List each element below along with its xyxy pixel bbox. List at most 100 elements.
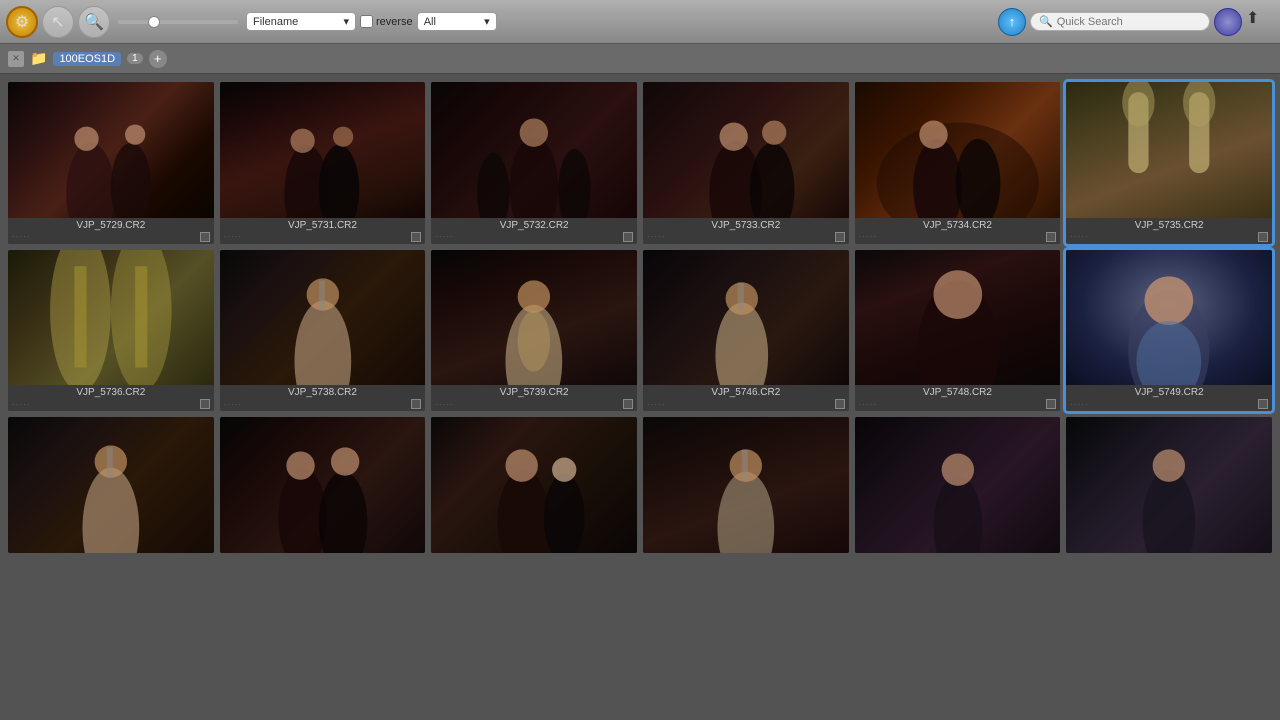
star-rating[interactable]: · <box>16 400 19 409</box>
share-button[interactable]: ⬆ <box>1246 8 1274 36</box>
photo-select-checkbox[interactable] <box>623 399 633 409</box>
star-rating[interactable]: · <box>1085 400 1088 409</box>
star-rating[interactable]: · <box>231 232 234 241</box>
search-tool-button[interactable]: 🔍 <box>78 6 110 38</box>
photo-select-checkbox[interactable] <box>1258 232 1268 242</box>
star-rating[interactable]: · <box>870 400 873 409</box>
star-rating[interactable]: · <box>227 232 230 241</box>
gear-button[interactable]: ⚙ <box>6 6 38 38</box>
quick-search-container[interactable]: 🔍 <box>1030 12 1210 31</box>
star-rating[interactable]: · <box>19 232 22 241</box>
photo-select-checkbox[interactable] <box>1046 232 1056 242</box>
photo-cell[interactable]: ↩VJP_5736.CR2····· <box>8 250 214 412</box>
cursor-tool-button[interactable]: ↖ <box>42 6 74 38</box>
sort-dropdown[interactable]: Filename ▾ <box>246 12 356 31</box>
close-folder-button[interactable]: ✕ <box>8 51 24 67</box>
filter-dropdown[interactable]: All ▾ <box>417 12 497 31</box>
photo-cell[interactable] <box>220 417 426 553</box>
zoom-slider-thumb[interactable] <box>148 16 160 28</box>
reverse-checkbox-container[interactable]: reverse <box>360 15 413 28</box>
star-rating[interactable]: · <box>873 232 876 241</box>
star-rating[interactable]: · <box>1070 400 1073 409</box>
star-rating[interactable]: · <box>859 232 862 241</box>
photo-select-checkbox[interactable] <box>835 232 845 242</box>
star-rating[interactable]: · <box>651 232 654 241</box>
photo-select-checkbox[interactable] <box>1046 399 1056 409</box>
star-rating[interactable]: · <box>446 232 449 241</box>
star-rating[interactable]: · <box>1081 232 1084 241</box>
photo-select-checkbox[interactable] <box>200 232 210 242</box>
star-rating[interactable]: · <box>1078 400 1081 409</box>
photo-cell[interactable]: VJP_5731.CR2····· <box>220 82 426 244</box>
star-rating[interactable]: · <box>16 232 19 241</box>
star-rating[interactable]: · <box>654 232 657 241</box>
star-rating[interactable]: · <box>224 232 227 241</box>
star-rating[interactable]: · <box>647 232 650 241</box>
star-rating[interactable]: · <box>658 232 661 241</box>
star-rating[interactable]: · <box>1081 400 1084 409</box>
star-rating[interactable]: · <box>1074 232 1077 241</box>
star-rating[interactable]: · <box>235 400 238 409</box>
star-rating[interactable]: · <box>446 400 449 409</box>
star-rating[interactable]: · <box>238 400 241 409</box>
star-rating[interactable]: · <box>662 232 665 241</box>
photo-cell[interactable]: VJP_5729.CR2····· <box>8 82 214 244</box>
star-rating[interactable]: · <box>862 232 865 241</box>
add-folder-button[interactable]: + <box>149 50 167 68</box>
star-rating[interactable]: · <box>238 232 241 241</box>
photo-cell[interactable]: VJP_5733.CR2····· <box>643 82 849 244</box>
photo-cell[interactable]: VJP_5749.CR2····· <box>1066 250 1272 412</box>
star-rating[interactable]: · <box>1085 232 1088 241</box>
star-rating[interactable]: · <box>439 400 442 409</box>
star-rating[interactable]: · <box>19 400 22 409</box>
star-rating[interactable]: · <box>1070 232 1073 241</box>
star-rating[interactable]: · <box>1078 232 1081 241</box>
star-rating[interactable]: · <box>231 400 234 409</box>
star-rating[interactable]: · <box>27 232 30 241</box>
star-rating[interactable]: · <box>27 400 30 409</box>
star-rating[interactable]: · <box>658 400 661 409</box>
photo-cell[interactable]: ↩VJP_5738.CR2····· <box>220 250 426 412</box>
photo-cell[interactable] <box>643 417 849 553</box>
photo-cell[interactable]: VJP_5732.CR2····· <box>431 82 637 244</box>
star-rating[interactable]: · <box>224 400 227 409</box>
star-rating[interactable]: · <box>450 400 453 409</box>
star-rating[interactable]: · <box>873 400 876 409</box>
star-rating[interactable]: · <box>866 400 869 409</box>
photo-cell[interactable]: ↩VJP_5739.CR2····· <box>431 250 637 412</box>
photo-select-checkbox[interactable] <box>411 399 421 409</box>
star-rating[interactable]: · <box>870 232 873 241</box>
photo-cell[interactable] <box>855 417 1061 553</box>
photo-select-checkbox[interactable] <box>835 399 845 409</box>
reverse-checkbox[interactable] <box>360 15 373 28</box>
photo-select-checkbox[interactable] <box>200 399 210 409</box>
star-rating[interactable]: · <box>435 400 438 409</box>
user-avatar-button[interactable] <box>1214 8 1242 36</box>
star-rating[interactable]: · <box>435 232 438 241</box>
photo-cell[interactable]: ↩VJP_5748.CR2····· <box>855 250 1061 412</box>
star-rating[interactable]: · <box>1074 400 1077 409</box>
star-rating[interactable]: · <box>23 400 26 409</box>
photo-cell[interactable]: ↩ <box>8 417 214 553</box>
zoom-slider-track[interactable] <box>118 20 238 24</box>
photo-cell[interactable] <box>1066 417 1272 553</box>
photo-cell[interactable] <box>431 417 637 553</box>
star-rating[interactable]: · <box>859 400 862 409</box>
upload-button[interactable]: ↑ <box>998 8 1026 36</box>
photo-select-checkbox[interactable] <box>1258 399 1268 409</box>
star-rating[interactable]: · <box>443 400 446 409</box>
photo-cell[interactable]: VJP_5735.CR2····· <box>1066 82 1272 244</box>
photo-select-checkbox[interactable] <box>411 232 421 242</box>
star-rating[interactable]: · <box>12 232 15 241</box>
star-rating[interactable]: · <box>654 400 657 409</box>
photo-select-checkbox[interactable] <box>623 232 633 242</box>
star-rating[interactable]: · <box>227 400 230 409</box>
star-rating[interactable]: · <box>235 232 238 241</box>
star-rating[interactable]: · <box>862 400 865 409</box>
star-rating[interactable]: · <box>439 232 442 241</box>
star-rating[interactable]: · <box>647 400 650 409</box>
photo-cell[interactable]: VJP_5746.CR2····· <box>643 250 849 412</box>
star-rating[interactable]: · <box>866 232 869 241</box>
star-rating[interactable]: · <box>443 232 446 241</box>
quick-search-input[interactable] <box>1057 16 1201 28</box>
